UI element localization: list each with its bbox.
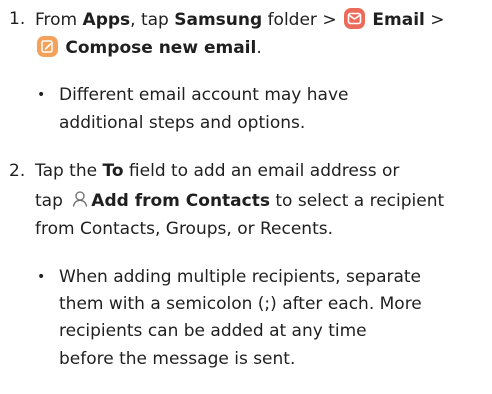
compose-new-email-label: Compose new email — [65, 38, 257, 58]
step-1-note-line-2: additional steps and options. — [59, 113, 306, 133]
step-2-note-line-3: recipients can be added at any time — [59, 321, 367, 341]
email-label: Email — [372, 10, 425, 30]
step-2-line-1: Tap the To field to add an email address… — [35, 160, 399, 182]
step-1-text: , tap — [130, 10, 175, 30]
step-1-text: . — [256, 38, 262, 58]
step-1-text: From — [35, 10, 83, 30]
add-from-contacts-label: Add from Contacts — [91, 191, 270, 211]
step-2-note-line-4: before the message is sent. — [59, 349, 296, 369]
step-2-line-3: from Contacts, Groups, or Recents. — [35, 219, 333, 239]
add-contact-icon — [70, 189, 90, 209]
bullet-marker: • — [37, 269, 46, 285]
step-2-line-2: tap Add from Contacts to select a recipi… — [35, 189, 444, 212]
step-2-text: to select a recipient — [269, 191, 445, 211]
step-1-text: folder > — [262, 10, 342, 30]
step-2-text: Tap the — [35, 161, 103, 181]
samsung-label: Samsung — [174, 10, 263, 30]
step-1-text: > — [424, 10, 445, 30]
step-2-number: 2. — [9, 161, 26, 181]
step-2-text: field to add an email address or — [123, 161, 400, 181]
step-1-number: 1. — [9, 9, 26, 29]
instructions-document: 1. From Apps, tap Samsung folder > Email… — [0, 0, 492, 394]
to-label: To — [102, 161, 124, 181]
apps-label: Apps — [82, 10, 131, 30]
step-1-line-1: From Apps, tap Samsung folder > Email > — [35, 8, 445, 31]
step-1-note-line-1: Different email account may have — [59, 85, 349, 105]
bullet-marker: • — [37, 87, 46, 103]
email-app-icon — [343, 8, 365, 29]
compose-email-icon — [37, 36, 58, 57]
step-2-text: tap — [35, 191, 69, 211]
step-2-note-line-1: When adding multiple recipients, separat… — [59, 267, 422, 287]
step-2-note-line-2: them with a semicolon (;) after each. Mo… — [59, 294, 422, 314]
step-1-line-2: Compose new email. — [35, 36, 262, 59]
